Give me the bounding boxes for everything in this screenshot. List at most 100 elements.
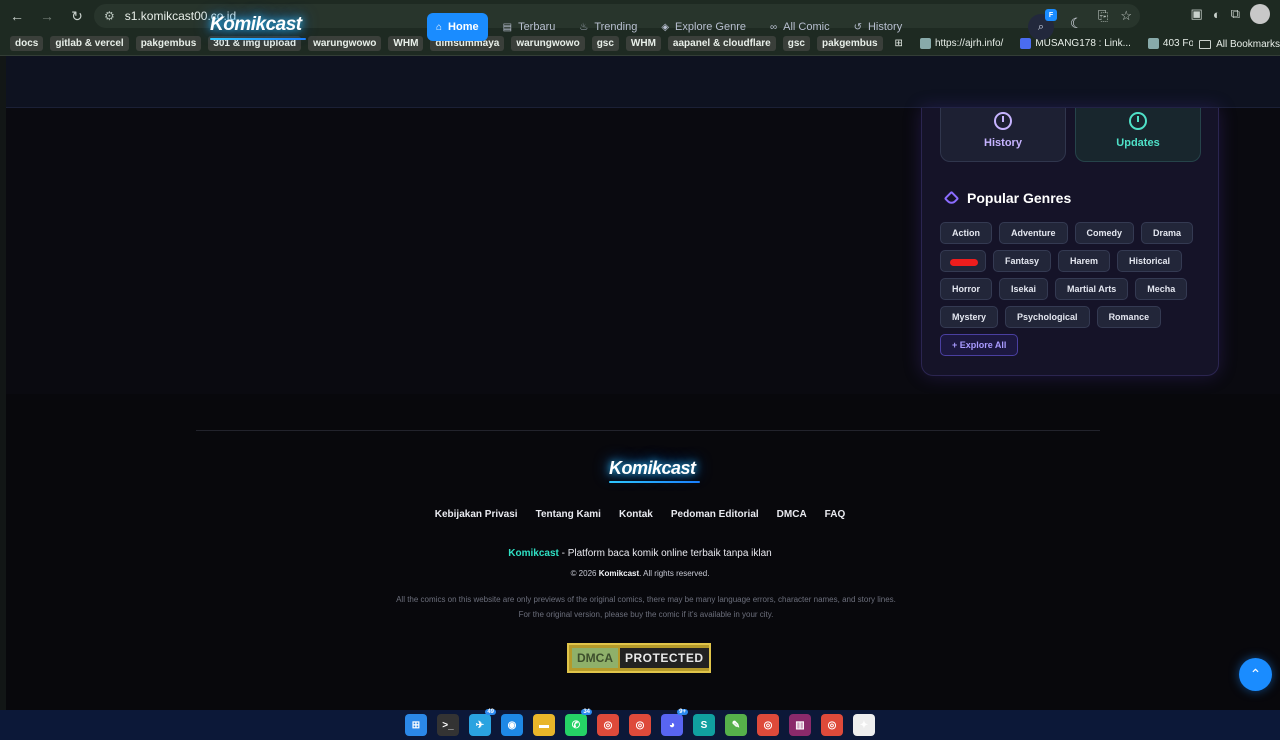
all-bookmarks[interactable]: All Bookmarks: [1193, 32, 1280, 55]
notification-badge: 9+: [677, 709, 688, 715]
nav-terbaru[interactable]: ▤ Terbaru: [494, 13, 565, 41]
copyright-brand: Komikcast: [598, 569, 640, 578]
genre-adventure[interactable]: Adventure: [999, 222, 1068, 244]
taskbar-winrar-icon[interactable]: ▥: [789, 714, 811, 736]
footer-link-privacy[interactable]: Kebijakan Privasi: [435, 509, 518, 520]
genre-comedy[interactable]: Comedy: [1074, 222, 1135, 244]
taskbar-whatsapp-icon[interactable]: ✆ 34: [565, 709, 592, 736]
footer-link-about[interactable]: Tentang Kami: [536, 509, 601, 520]
footer-tagline: Komikcast - Platform baca komik online t…: [6, 548, 1274, 559]
quick-link-label: History: [984, 137, 1022, 149]
taskbar-app-s-icon[interactable]: S: [693, 714, 715, 736]
folder-icon: [1199, 39, 1212, 49]
bookmark-folder[interactable]: docs: [10, 36, 44, 51]
bookmark-folder[interactable]: WHM: [388, 36, 424, 51]
nav-label: Terbaru: [518, 21, 556, 33]
genre-romance[interactable]: Romance: [1096, 306, 1162, 328]
taskbar-app-extra-icon[interactable]: ✦: [853, 714, 875, 736]
nav-trending[interactable]: ♨ Trending: [570, 13, 646, 41]
bookmark-star-icon[interactable]: ☆: [1120, 8, 1132, 24]
tagline-text: - Platform baca komik online terbaik tan…: [558, 548, 772, 559]
genre-harem[interactable]: Harem: [1058, 250, 1111, 272]
install-app-icon[interactable]: ⎘: [1098, 8, 1108, 24]
popular-genres-heading: Popular Genres: [943, 190, 1072, 206]
genre-historical[interactable]: Historical: [1117, 250, 1183, 272]
taskbar-file-explorer-icon[interactable]: ▬: [533, 714, 555, 736]
bookmark-folder[interactable]: warungwowo: [308, 36, 382, 51]
theme-toggle-icon[interactable]: ☾: [1070, 15, 1083, 32]
reload-icon[interactable]: ↻: [64, 3, 90, 29]
nav-explore-genre[interactable]: ◈ Explore Genre: [652, 13, 755, 41]
taskbar-chrome-4-icon[interactable]: ◎: [821, 714, 843, 736]
profile-ext-icon[interactable]: ◐: [1213, 7, 1221, 22]
genre-redacted[interactable]: [940, 250, 986, 272]
taskbar-terminal-icon[interactable]: >_: [437, 714, 459, 736]
quick-link-updates[interactable]: Updates: [1075, 108, 1201, 162]
footer-link-faq[interactable]: FAQ: [825, 509, 846, 520]
scroll-to-top-button[interactable]: ⌃: [1239, 658, 1272, 691]
nav-label: Home: [448, 21, 479, 33]
dmca-protected-badge[interactable]: DMCA PROTECTED: [567, 643, 711, 673]
notification-badge: 49: [485, 709, 496, 715]
taskbar-telegram-icon[interactable]: ✈ 49: [469, 709, 496, 736]
nav-label: All Comic: [783, 21, 830, 33]
quick-link-history[interactable]: History: [940, 108, 1066, 162]
genre-martial-arts[interactable]: Martial Arts: [1055, 278, 1129, 300]
taskbar-windows-start-icon[interactable]: ⊞: [405, 714, 427, 736]
site-footer: Komikcast Kebijakan Privasi Tentang Kami…: [6, 394, 1280, 710]
genre-drama[interactable]: Drama: [1141, 222, 1194, 244]
bookmark-link[interactable]: https://ajrh.info/: [915, 36, 1008, 51]
nav-home[interactable]: ⌂ Home: [427, 13, 488, 41]
flag-icon: [1020, 38, 1032, 49]
explore-all-button[interactable]: + Explore All: [940, 334, 1019, 356]
taskbar-discord-icon[interactable]: ◕ 9+: [661, 709, 688, 736]
site-logo[interactable]: Komikcast: [210, 14, 306, 40]
genre-psychological[interactable]: Psychological: [1005, 306, 1090, 328]
profile-avatar[interactable]: [1250, 4, 1270, 24]
back-icon[interactable]: ←: [4, 3, 30, 29]
nav-label: History: [867, 21, 903, 33]
nav-all-comic[interactable]: ∞ All Comic: [761, 13, 839, 41]
genre-mystery[interactable]: Mystery: [940, 306, 999, 328]
taskbar-chrome-3-icon[interactable]: ◎: [757, 714, 779, 736]
bookmark-folder[interactable]: pakgembus: [135, 36, 202, 51]
quick-link-label: Updates: [1116, 137, 1160, 149]
site-header: [6, 56, 1280, 108]
genre-fantasy[interactable]: Fantasy: [993, 250, 1052, 272]
genre-action[interactable]: Action: [940, 222, 992, 244]
all-bookmarks-label: All Bookmarks: [1216, 38, 1280, 50]
history-icon: ↺: [853, 21, 862, 33]
taskbar-maps-icon[interactable]: ◉: [501, 714, 523, 736]
taskbar-chrome-2-icon[interactable]: ◎: [629, 714, 651, 736]
genre-isekai[interactable]: Isekai: [999, 278, 1049, 300]
search-icon: ⌕: [1037, 20, 1045, 33]
extensions-icon[interactable]: ⧉: [1231, 6, 1240, 22]
genre-mecha[interactable]: Mecha: [1135, 278, 1188, 300]
footer-divider: [196, 430, 1100, 431]
dmca-label: DMCA: [572, 648, 618, 668]
footer-logo[interactable]: Komikcast: [609, 458, 700, 483]
tab-search-icon[interactable]: ▣: [1191, 6, 1203, 22]
footer-link-dmca[interactable]: DMCA: [777, 509, 807, 520]
copyright-prefix: © 2026: [570, 569, 599, 578]
fire-icon: ♨: [579, 21, 589, 33]
footer-link-contact[interactable]: Kontak: [619, 509, 653, 520]
copyright-suffix: . All rights reserved.: [639, 569, 710, 578]
main-nav: ⌂ Home ▤ Terbaru ♨ Trending ◈ Explore Genre …: [427, 13, 911, 41]
bookmark-link[interactable]: MUSANG178 : Link...: [1015, 36, 1136, 51]
footer-link-editorial[interactable]: Pedoman Editorial: [671, 509, 759, 520]
heading-text: Popular Genres: [967, 190, 1072, 206]
forward-icon[interactable]: →: [34, 3, 60, 29]
nav-label: Explore Genre: [675, 21, 746, 33]
site-settings-icon[interactable]: ⚙: [104, 9, 115, 23]
notification-badge: 34: [581, 709, 592, 715]
footer-disclaimer: All the comics on this website are only …: [396, 595, 896, 619]
bookmark-folder[interactable]: gitlab & vercel: [50, 36, 129, 51]
genre-horror[interactable]: Horror: [940, 278, 993, 300]
taskbar-notepad-icon[interactable]: ✎: [725, 714, 747, 736]
nav-history[interactable]: ↺ History: [845, 13, 912, 41]
clock-icon: [1129, 112, 1147, 130]
footer-brand: Komikcast: [508, 548, 559, 559]
home-icon: ⌂: [436, 21, 443, 33]
taskbar-chrome-1-icon[interactable]: ◎: [597, 714, 619, 736]
